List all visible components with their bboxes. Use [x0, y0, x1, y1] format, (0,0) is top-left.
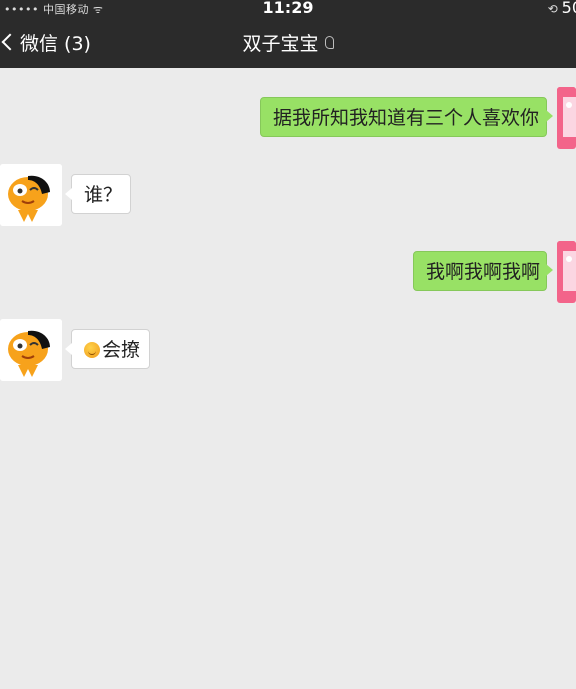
clock: 11:29 — [262, 0, 314, 17]
header: ••••• 中国移动 ᯤ 11:29 ⟲50 微信 (3) 双子宝宝 — [0, 0, 576, 68]
bubble-tail — [65, 188, 72, 200]
cartoon-avatar-icon — [0, 164, 62, 226]
battery-label: 50 — [561, 0, 576, 17]
message-text: 据我所知我知道有三个人喜欢你 — [273, 107, 540, 129]
cartoon-avatar-icon — [0, 319, 62, 381]
smile-emoji-icon — [84, 342, 100, 358]
message-bubble-incoming[interactable]: 会撩 — [71, 329, 150, 369]
message-text: 谁？ — [84, 184, 123, 206]
bubble-tail — [546, 264, 553, 276]
avatar-contact[interactable] — [0, 319, 62, 381]
message-bubble-incoming[interactable]: 谁？ — [71, 174, 131, 214]
avatar-self-art — [557, 87, 576, 149]
bubble-tail — [546, 110, 553, 122]
bubble-tail — [65, 343, 72, 355]
avatar-self-art — [557, 241, 576, 303]
chat-title: 双子宝宝 — [0, 29, 576, 56]
earpiece-icon — [324, 36, 334, 49]
message-text: 我啊我啊我啊 — [426, 261, 541, 283]
status-bar: ••••• 中国移动 ᯤ 11:29 ⟲50 — [0, 0, 576, 17]
avatar-self[interactable] — [557, 87, 576, 149]
message-text: 会撩 — [102, 339, 141, 361]
avatar-contact[interactable] — [0, 164, 62, 226]
chat-title-text: 双子宝宝 — [242, 33, 319, 55]
avatar-self[interactable] — [557, 241, 576, 303]
battery-indicator: ⟲50 — [548, 0, 576, 17]
rotation-lock-icon: ⟲ — [547, 2, 558, 16]
message-bubble-outgoing[interactable]: 据我所知我知道有三个人喜欢你 — [260, 97, 547, 137]
message-bubble-outgoing[interactable]: 我啊我啊我啊 — [413, 251, 547, 291]
